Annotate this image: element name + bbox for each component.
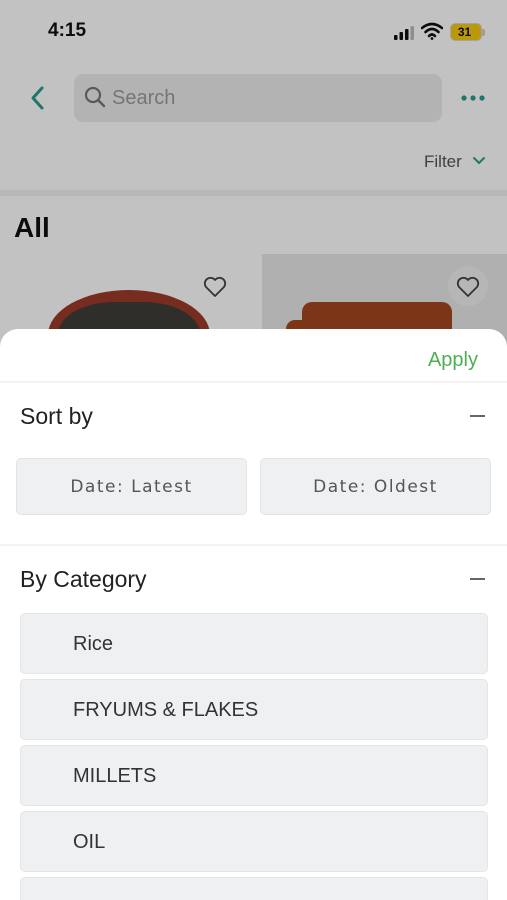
divider [0,381,507,383]
category-item-fryums-flakes[interactable]: FRYUMS & FLAKES [20,679,488,740]
sort-by-title: Sort by [20,403,93,429]
category-item-oil[interactable]: OIL [20,811,488,872]
category-label: MILLETS [73,765,157,787]
apply-button[interactable]: Apply [428,349,478,372]
category-item[interactable] [20,877,488,900]
by-category-title: By Category [20,566,147,592]
category-label: Rice [73,633,114,655]
collapse-category-icon[interactable] [470,578,485,580]
filter-sheet: Apply Sort by Date: Latest Date: Oldest … [0,329,507,900]
collapse-sort-by-icon[interactable] [470,415,485,417]
category-item-millets[interactable]: MILLETS [20,745,488,806]
category-item-rice[interactable]: Rice [20,613,488,674]
category-label: OIL [73,831,106,853]
sort-date-oldest-button[interactable]: Date: Oldest [260,458,491,515]
category-label: FRYUMS & FLAKES [73,699,259,721]
sort-date-latest-button[interactable]: Date: Latest [16,458,247,515]
divider [0,544,507,546]
